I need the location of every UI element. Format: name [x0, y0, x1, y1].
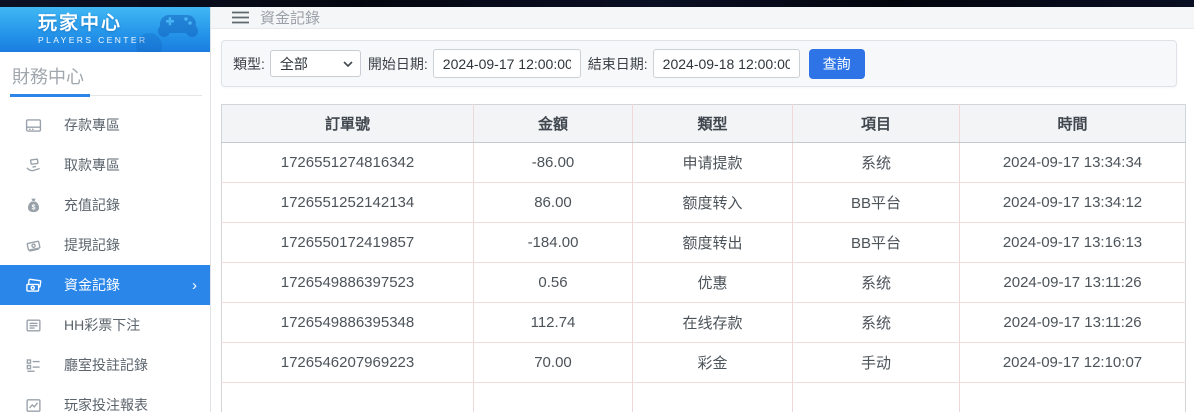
hamburger-menu-icon[interactable]	[232, 11, 249, 24]
table-cell: 优惠	[632, 262, 793, 303]
table-cell: 2024-09-17 13:16:13	[959, 222, 1186, 263]
type-select-value: 全部	[279, 55, 308, 72]
sidebar-item-hall-bet-record[interactable]: 廳室投註記錄	[0, 345, 210, 385]
table-cell: 1726549886397523	[221, 262, 474, 303]
funds-record-table: 訂單號 金額 類型 項目 時間 1726551274816342 -86.00 申请…	[221, 104, 1186, 412]
table-cell: 1726549886395348	[221, 302, 474, 343]
gamepad-icon	[156, 11, 200, 41]
table-cell: -86.00	[473, 142, 633, 183]
type-select[interactable]: 全部	[269, 50, 361, 77]
table-row: 1726550172419857 -184.00 额度转出 BB平台 2024-09-1…	[221, 222, 1186, 263]
col-header-order-no: 訂單號	[221, 104, 474, 143]
section-divider	[10, 93, 202, 97]
table-cell	[632, 382, 793, 412]
col-header-amount: 金額	[473, 104, 633, 143]
table-cell: 系统	[792, 302, 960, 343]
table-cell: BB平台	[792, 222, 960, 263]
table-row: 1726551274816342 -86.00 申请提款 系统 2024-09-17 1…	[221, 142, 1186, 183]
sidebar-item-label: 玩家投注報表	[64, 397, 148, 412]
topbar: 資金記錄	[211, 7, 1194, 29]
table-cell: 在线存款	[632, 302, 793, 343]
funds-record-icon	[25, 276, 43, 294]
table-cell: 1726551252142134	[221, 182, 474, 223]
bet-record-list-icon	[25, 356, 43, 374]
sidebar-item-label: 廳室投註記錄	[64, 357, 148, 373]
end-date-label: 結束日期:	[587, 55, 648, 72]
window-top-strip	[0, 0, 1194, 7]
sidebar-item-label: HH彩票下注	[64, 317, 141, 333]
report-chart-icon	[25, 396, 43, 412]
table-cell: 0.56	[473, 262, 633, 303]
app: 玩家中心 PLAYERS CENTER 財務中心 存款專區 取款專區 $ 充值記…	[0, 7, 1194, 412]
end-date-input[interactable]	[652, 49, 800, 78]
type-label: 類型:	[233, 55, 265, 72]
table-cell	[792, 382, 960, 412]
table-cell: 1726551274816342	[221, 142, 474, 183]
sidebar-item-hh-lottery-bets[interactable]: HH彩票下注	[0, 305, 210, 345]
table-row: 1726551252142134 86.00 额度转入 BB平台 2024-09-17 …	[221, 182, 1186, 223]
start-date-input[interactable]	[432, 49, 581, 78]
table-cell: 1726546207969223	[221, 342, 474, 383]
sidebar-item-label: 存款專區	[64, 117, 120, 133]
table-cell	[473, 382, 633, 412]
banknote-icon	[25, 236, 43, 254]
table-cell: 2024-09-17 13:11:26	[959, 302, 1186, 343]
table-cell: 系统	[792, 262, 960, 303]
table-cell: 彩金	[632, 342, 793, 383]
table-cell: 额度转出	[632, 222, 793, 263]
table-cell: 2024-09-17 12:10:07	[959, 342, 1186, 383]
col-header-type: 類型	[632, 104, 793, 143]
sidebar-item-recharge-record[interactable]: $ 充值記錄	[0, 185, 210, 225]
chevron-down-icon	[343, 60, 353, 67]
sidebar-item-player-bet-report[interactable]: 玩家投注報表	[0, 385, 210, 412]
table-cell: -184.00	[473, 222, 633, 263]
table-cell	[221, 382, 474, 412]
sidebar-nav: 存款專區 取款專區 $ 充值記錄 提現記錄 資金記錄 › HH彩票下注 廳室投註…	[0, 105, 210, 412]
table-body: 1726551274816342 -86.00 申请提款 系统 2024-09-17 1…	[221, 142, 1186, 412]
col-header-time: 時間	[959, 104, 1186, 143]
start-date-label: 開始日期:	[367, 55, 428, 72]
logo: 玩家中心 PLAYERS CENTER	[0, 7, 210, 52]
chevron-right-icon: ›	[192, 276, 197, 294]
table-cell: 系统	[792, 142, 960, 183]
table-row: 1726546207969223 70.00 彩金 手动 2024-09-17 12:1…	[221, 342, 1186, 383]
col-header-item: 項目	[792, 104, 960, 143]
money-bag-icon: $	[25, 196, 43, 214]
table-cell: 70.00	[473, 342, 633, 383]
table-cell: 112.74	[473, 302, 633, 343]
sidebar-item-withdraw-zone[interactable]: 取款專區	[0, 145, 210, 185]
sidebar-item-label: 資金記錄	[64, 277, 120, 293]
table-row-partial	[221, 382, 1186, 412]
svg-text:$: $	[32, 204, 36, 211]
lottery-list-icon	[25, 316, 43, 334]
sidebar-item-deposit-zone[interactable]: 存款專區	[0, 105, 210, 145]
table-cell	[959, 382, 1186, 412]
sidebar-section-title: 財務中心	[12, 67, 84, 87]
page-title: 資金記錄	[260, 10, 321, 27]
table-cell: 手动	[792, 342, 960, 383]
table-cell: 2024-09-17 13:34:34	[959, 142, 1186, 183]
main-area: 資金記錄 類型: 全部 開始日期: 結束日期: 查詢	[211, 7, 1194, 412]
table-cell: 2024-09-17 13:11:26	[959, 262, 1186, 303]
table-header: 訂單號 金額 類型 項目 時間	[221, 104, 1186, 143]
sidebar: 玩家中心 PLAYERS CENTER 財務中心 存款專區 取款專區 $ 充值記…	[0, 7, 211, 412]
table-cell: BB平台	[792, 182, 960, 223]
table-cell: 申请提款	[632, 142, 793, 183]
table-cell: 1726550172419857	[221, 222, 474, 263]
sidebar-item-withdrawal-record[interactable]: 提現記錄	[0, 225, 210, 265]
deposit-card-icon	[25, 116, 43, 134]
search-button[interactable]: 查詢	[808, 48, 865, 79]
sidebar-item-label: 取款專區	[64, 157, 120, 173]
table-row: 1726549886395348 112.74 在线存款 系统 2024-09-17 1…	[221, 302, 1186, 343]
filter-bar: 類型: 全部 開始日期: 結束日期: 查詢	[221, 40, 1177, 87]
sidebar-item-label: 充值記錄	[64, 197, 120, 213]
sidebar-item-label: 提現記錄	[64, 237, 120, 253]
table-cell: 额度转入	[632, 182, 793, 223]
table-row: 1726549886397523 0.56 优惠 系统 2024-09-17 13:11…	[221, 262, 1186, 303]
table-cell: 2024-09-17 13:34:12	[959, 182, 1186, 223]
content: 類型: 全部 開始日期: 結束日期: 查詢	[211, 29, 1194, 412]
table-cell: 86.00	[473, 182, 633, 223]
withdraw-hand-icon	[25, 156, 43, 174]
sidebar-item-funds-record[interactable]: 資金記錄 ›	[0, 265, 210, 305]
